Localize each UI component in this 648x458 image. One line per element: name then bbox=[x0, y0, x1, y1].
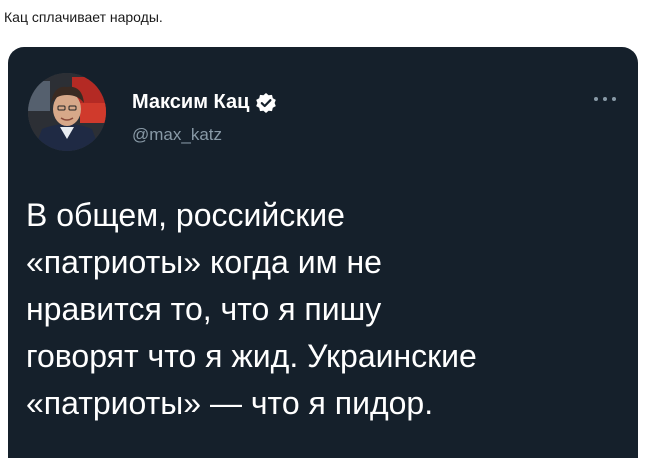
post-caption: Кац сплачивает народы. bbox=[4, 9, 163, 25]
tweet-text: В общем, российские «патриоты» когда им … bbox=[26, 192, 626, 427]
handle[interactable]: @max_katz bbox=[132, 125, 222, 145]
tweet-text-line: «патриоты» — что я пидор. bbox=[26, 385, 434, 421]
verified-badge-icon bbox=[255, 92, 277, 114]
tweet-text-line: говорят что я жид. Украинские bbox=[26, 338, 477, 374]
tweet-text-line: нравится то, что я пишу bbox=[26, 291, 382, 327]
more-options-icon[interactable] bbox=[592, 91, 618, 101]
tweet-text-line: В общем, российские bbox=[26, 197, 345, 233]
avatar-photo bbox=[28, 73, 106, 151]
tweet-text-line: «патриоты» когда им не bbox=[26, 244, 382, 280]
avatar bbox=[28, 73, 106, 151]
display-name-row[interactable]: Максим Кац bbox=[132, 91, 277, 114]
display-name[interactable]: Максим Кац bbox=[132, 91, 249, 114]
tweet-screenshot-card: Максим Кац @max_katz В общем, российские… bbox=[8, 47, 638, 458]
